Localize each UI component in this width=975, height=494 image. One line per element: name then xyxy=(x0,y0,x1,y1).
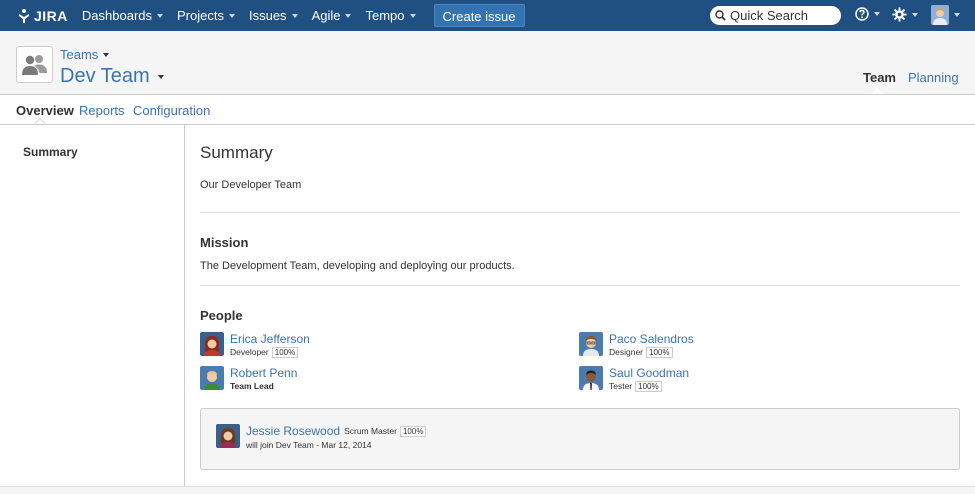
nav-projects[interactable]: Projects xyxy=(177,8,235,23)
nav-projects-label: Projects xyxy=(177,8,224,23)
nav-tempo[interactable]: Tempo xyxy=(365,8,416,23)
person-role: Designer xyxy=(609,347,644,357)
avatar[interactable] xyxy=(579,332,603,356)
avatar[interactable] xyxy=(216,424,240,448)
chevron-down-icon xyxy=(409,13,416,18)
person-name-link[interactable]: Jessie Rosewood xyxy=(246,424,340,438)
female-avatar-icon xyxy=(200,332,224,356)
person-robert-penn: Robert Penn Team Lead xyxy=(200,366,297,392)
nav-issues[interactable]: Issues xyxy=(249,8,298,23)
avatar[interactable] xyxy=(200,332,224,356)
page-title-label: Dev Team xyxy=(60,65,150,87)
person-role: Team Lead xyxy=(230,381,274,391)
allocation-badge: 100% xyxy=(646,347,673,358)
chevron-down-icon xyxy=(874,12,880,16)
people-heading: People xyxy=(200,308,243,323)
settings-menu[interactable] xyxy=(892,7,918,22)
person-erica-jefferson: Erica Jefferson Developer 100% xyxy=(200,332,310,358)
avatar[interactable] xyxy=(579,366,603,390)
person-role: Scrum Master xyxy=(344,425,397,436)
help-icon xyxy=(855,7,869,21)
top-navigation: JIRA Dashboards Projects Issues Agile Te… xyxy=(0,0,975,31)
allocation-badge: 100% xyxy=(635,381,662,392)
person-role: Tester xyxy=(609,381,633,391)
person-saul-goodman: Saul Goodman Tester 100% xyxy=(579,366,689,392)
chevron-down-icon xyxy=(157,13,164,18)
allocation-badge: 100% xyxy=(399,425,427,437)
tab-team[interactable]: Team xyxy=(863,70,896,85)
active-tab-indicator xyxy=(871,88,883,94)
user-icon xyxy=(931,5,949,25)
nav-agile[interactable]: Agile xyxy=(312,8,352,23)
person-role: Developer xyxy=(230,347,269,357)
divider xyxy=(200,285,960,286)
summary-text: Our Developer Team xyxy=(200,179,302,191)
search-icon xyxy=(715,10,726,21)
page-header: Teams Dev Team Team Planning xyxy=(0,31,975,95)
logo-text: JIRA xyxy=(34,7,68,24)
person-jessie-rosewood: Jessie Rosewood Scrum Master 100% will j… xyxy=(216,424,427,450)
help-menu[interactable] xyxy=(855,7,880,21)
main-content: Summary Our Developer Team Mission The D… xyxy=(185,125,975,486)
nav-dashboards-label: Dashboards xyxy=(81,8,153,23)
user-avatar xyxy=(931,5,949,25)
sidebar-item-summary[interactable]: Summary xyxy=(23,145,78,159)
create-issue-button[interactable]: Create issue xyxy=(433,4,525,27)
chevron-down-icon xyxy=(157,74,164,79)
chevron-down-icon xyxy=(912,12,918,17)
gear-icon xyxy=(892,7,907,22)
search-placeholder: Quick Search xyxy=(730,8,809,23)
active-subtab-indicator xyxy=(34,118,46,124)
breadcrumb-teams[interactable]: Teams xyxy=(60,47,110,62)
tab-planning[interactable]: Planning xyxy=(908,70,959,85)
chevron-down-icon xyxy=(345,13,352,18)
person-name-link[interactable]: Paco Salendros xyxy=(609,332,694,346)
team-icon xyxy=(22,54,47,75)
mission-heading: Mission xyxy=(200,235,249,250)
person-name-link[interactable]: Robert Penn xyxy=(230,366,297,380)
tab-configuration[interactable]: Configuration xyxy=(133,103,210,118)
team-avatar xyxy=(16,46,53,83)
breadcrumb-label: Teams xyxy=(60,47,99,62)
join-date-note: will join Dev Team - Mar 12, 2014 xyxy=(246,440,372,450)
chevron-down-icon xyxy=(228,13,235,18)
chevron-down-icon xyxy=(291,13,298,18)
jira-logo-icon xyxy=(19,8,29,23)
page-title[interactable]: Dev Team xyxy=(60,65,164,88)
person-name-link[interactable]: Erica Jefferson xyxy=(230,332,310,346)
female-avatar-icon xyxy=(216,424,240,448)
person-name-link[interactable]: Saul Goodman xyxy=(609,366,689,380)
nav-dashboards[interactable]: Dashboards xyxy=(81,8,164,23)
summary-heading: Summary xyxy=(200,143,273,162)
sub-navigation: Overview Reports Configuration xyxy=(0,96,975,125)
male-avatar-icon xyxy=(579,366,603,390)
user-menu[interactable] xyxy=(931,5,960,25)
male-avatar-icon xyxy=(579,332,603,356)
tab-overview[interactable]: Overview xyxy=(16,103,74,118)
sidebar: Summary xyxy=(0,125,185,486)
mission-text: The Development Team, developing and dep… xyxy=(200,260,515,272)
chevron-down-icon xyxy=(103,52,110,57)
tab-reports[interactable]: Reports xyxy=(79,103,125,118)
chevron-down-icon xyxy=(954,13,960,17)
divider xyxy=(200,212,960,213)
nav-issues-label: Issues xyxy=(248,8,287,23)
quick-search-input[interactable]: Quick Search xyxy=(710,6,841,25)
upcoming-member-panel: Jessie Rosewood Scrum Master 100% will j… xyxy=(200,408,960,470)
nav-agile-label: Agile xyxy=(311,8,341,23)
avatar[interactable] xyxy=(200,366,224,390)
male-avatar-icon xyxy=(200,366,224,390)
allocation-badge: 100% xyxy=(271,347,299,358)
nav-tempo-label: Tempo xyxy=(365,8,405,23)
jira-logo[interactable]: JIRA xyxy=(16,8,68,24)
person-paco-salendros: Paco Salendros Designer 100% xyxy=(579,332,694,358)
footer xyxy=(0,486,975,494)
